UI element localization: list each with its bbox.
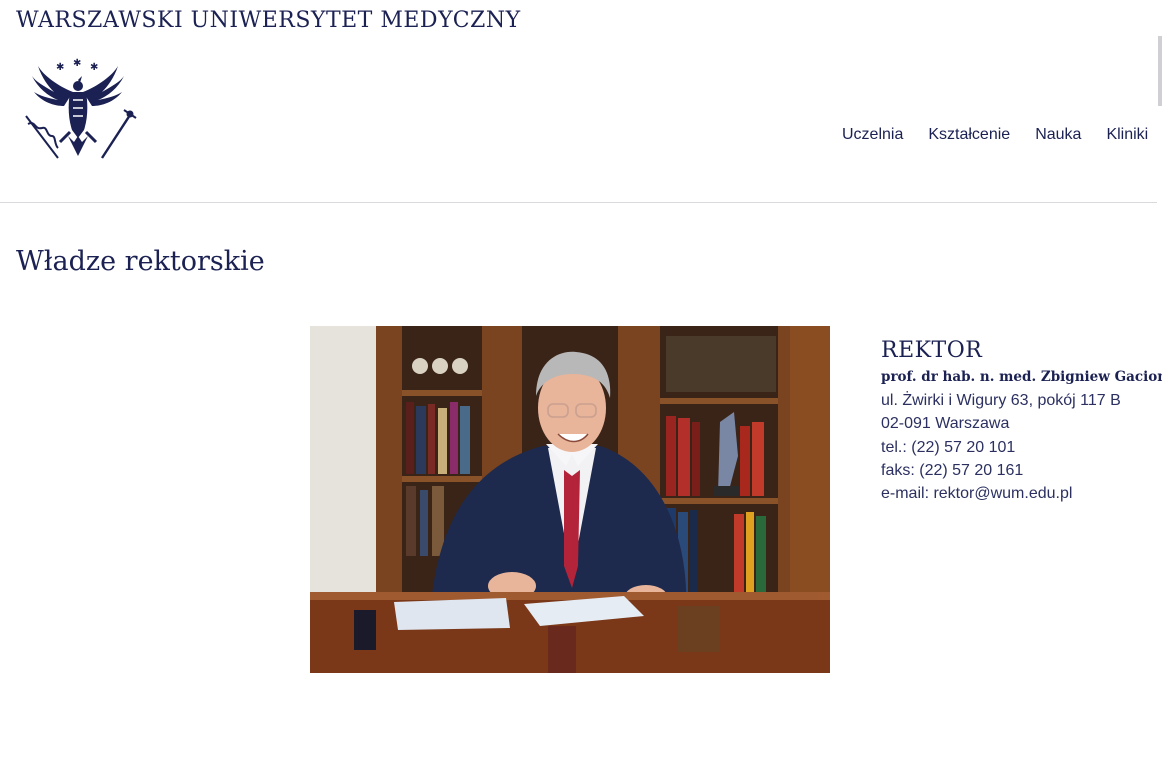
role-title: REKTOR [881,338,983,363]
svg-text:✱: ✱ [56,62,64,73]
svg-text:✱: ✱ [73,58,81,69]
address-city: 02-091 Warszawa [881,415,1010,433]
university-name[interactable]: WARSZAWSKI UNIWERSYTET MEDYCZNY [16,8,521,33]
address-street: ul. Żwirki i Wigury 63, pokój 117 B [881,392,1121,409]
nav-item-kliniki[interactable]: Kliniki [1106,126,1148,144]
page: WARSZAWSKI UNIWERSYTET MEDYCZNY ✱ ✱ ✱ Uc… [0,0,1162,784]
main-navigation: Uczelnia Kształcenie Nauka Kliniki [842,126,1158,144]
fax-number: faks: (22) 57 20 161 [881,461,1024,479]
header-divider [0,202,1157,203]
email-address[interactable]: e-mail: rektor@wum.edu.pl [881,482,1151,505]
nav-item-ksztalcenie[interactable]: Kształcenie [928,126,1010,144]
nav-item-nauka[interactable]: Nauka [1035,126,1081,144]
rector-photo [310,326,830,673]
scrollbar-track[interactable] [1157,0,1162,784]
scrollbar-thumb[interactable] [1158,36,1162,106]
svg-text:✱: ✱ [90,62,98,73]
rector-name: prof. dr hab. n. med. Zbigniew Gaciong [881,369,1162,385]
nav-item-uczelnia[interactable]: Uczelnia [842,126,903,144]
university-logo[interactable]: ✱ ✱ ✱ [18,56,138,166]
phone-number: tel.: (22) 57 20 101 [881,438,1016,456]
page-title: Władze rektorskie [16,246,265,277]
rector-contact-card: REKTOR prof. dr hab. n. med. Zbigniew Ga… [881,338,1162,505]
